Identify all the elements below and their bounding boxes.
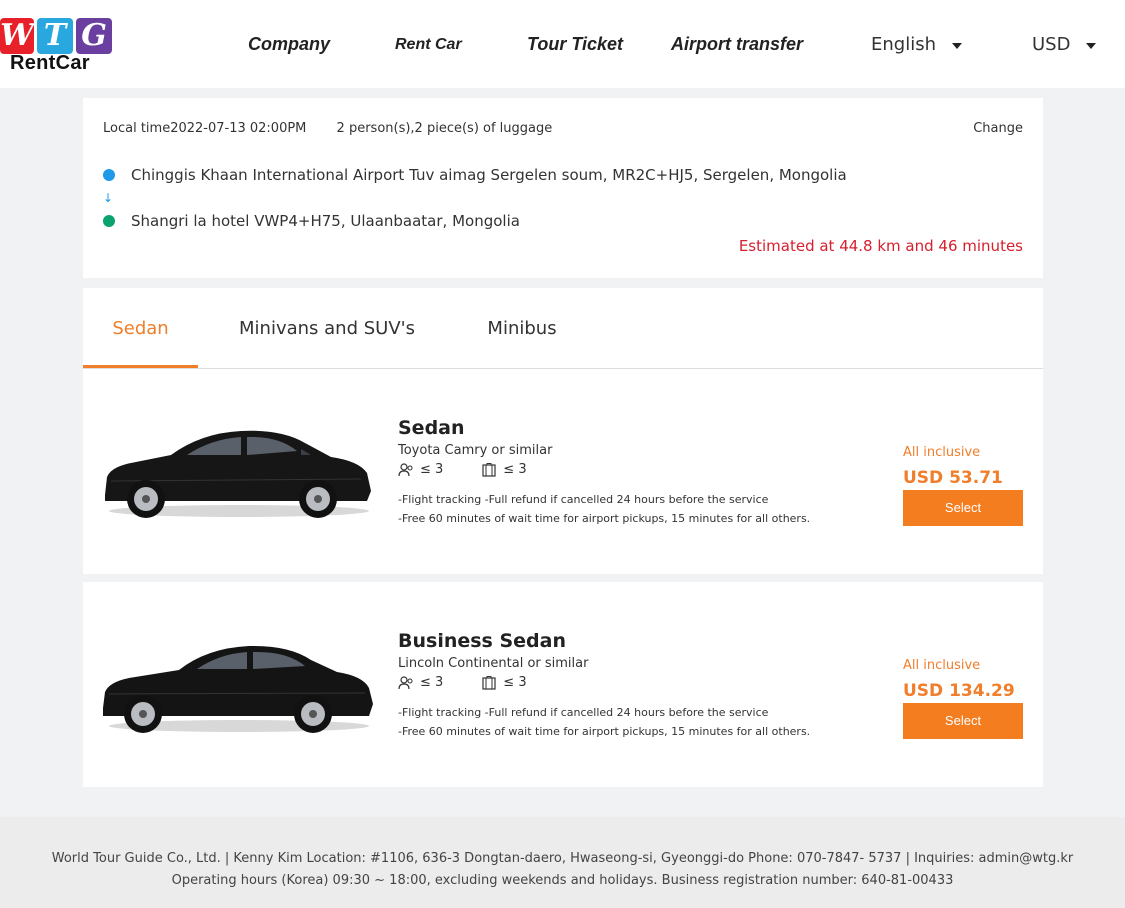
luggage-capacity: ≤ 3 [503,462,527,477]
all-inclusive-label: All inclusive [903,445,981,460]
language-select[interactable]: English [871,34,962,55]
select-button[interactable]: Select [903,490,1023,526]
trip-summary-card: Local time2022-07-13 02:00PM 2 person(s)… [83,98,1043,278]
destination-text: Shangri la hotel VWP4+H75, Ulaanbaatar, … [131,212,520,230]
origin-dot-icon [103,169,115,181]
trip-meta: Local time2022-07-13 02:00PM 2 person(s)… [103,121,552,136]
select-button[interactable]: Select [903,703,1023,739]
vehicle-features: -Flight tracking -Full refund if cancell… [398,490,810,528]
arrow-down-icon: ↓ [103,191,114,205]
passenger-icon [398,675,413,689]
vehicle-capacity: ≤ 3 ≤ 3 [398,675,565,690]
all-inclusive-label: All inclusive [903,658,981,673]
feature-line: -Free 60 minutes of wait time for airpor… [398,725,811,738]
logo-letter-g: G [76,18,112,54]
tab-sedan[interactable]: Sedan [83,288,198,368]
tab-minibus[interactable]: Minibus [478,288,566,368]
passenger-capacity: ≤ 3 [420,462,444,477]
feature-line: -Flight tracking -Full refund if cancell… [398,493,769,506]
passenger-luggage: 2 person(s),2 piece(s) of luggage [336,121,553,136]
vehicle-name: Business Sedan [398,630,566,652]
vehicle-price: USD 53.71 [903,468,1003,488]
car-image [103,645,373,733]
origin-text: Chinggis Khaan International Airport Tuv… [131,166,847,184]
vehicle-type-tabs: Sedan Minivans and SUV's Minibus [83,288,1043,369]
luggage-capacity: ≤ 3 [503,675,527,690]
logo-letter-w: W [0,18,34,54]
nav-airport-transfer[interactable]: Airport transfer [671,34,803,55]
car-image [105,430,371,518]
luggage-icon [482,675,496,690]
logo-subtitle: RentCar [10,52,90,74]
change-link[interactable]: Change [973,121,1023,136]
feature-line: -Flight tracking -Full refund if cancell… [398,706,769,719]
vehicle-card: Sedan Toyota Camry or similar ≤ 3 ≤ 3 -F… [83,369,1043,574]
passenger-icon [398,462,413,476]
logo[interactable]: W T G RentCar [0,18,118,76]
feature-line: -Free 60 minutes of wait time for airpor… [398,512,811,525]
destination-dot-icon [103,215,115,227]
luggage-icon [482,462,496,477]
distance-estimate: Estimated at 44.8 km and 46 minutes [738,237,1023,255]
origin-location: Chinggis Khaan International Airport Tuv… [103,166,847,184]
currency-select[interactable]: USD [1032,34,1097,55]
nav-rent-car[interactable]: Rent Car [395,36,462,54]
vehicle-capacity: ≤ 3 ≤ 3 [398,462,565,477]
passenger-capacity: ≤ 3 [420,675,444,690]
site-footer: World Tour Guide Co., Ltd. | Kenny Kim L… [0,817,1125,908]
currency-value: USD [1032,34,1071,55]
footer-company-info: World Tour Guide Co., Ltd. | Kenny Kim L… [51,851,1074,888]
vehicle-model: Toyota Camry or similar [398,443,553,458]
destination-location: Shangri la hotel VWP4+H75, Ulaanbaatar, … [103,212,520,230]
vehicle-name: Sedan [398,417,465,439]
vehicle-features: -Flight tracking -Full refund if cancell… [398,703,810,741]
nav-company[interactable]: Company [248,34,330,55]
language-value: English [871,34,936,55]
site-header: W T G RentCar Company Rent Car Tour Tick… [0,0,1125,88]
tab-minivans-suv[interactable]: Minivans and SUV's [228,288,426,368]
vehicle-card: Business Sedan Lincoln Continental or si… [83,582,1043,787]
vehicle-price: USD 134.29 [903,681,1015,701]
local-time: Local time2022-07-13 02:00PM [103,121,307,136]
logo-letter-t: T [37,18,73,54]
chevron-down-icon [952,42,962,49]
vehicle-model: Lincoln Continental or similar [398,656,589,671]
nav-tour-ticket[interactable]: Tour Ticket [527,34,623,55]
chevron-down-icon [1086,42,1097,49]
